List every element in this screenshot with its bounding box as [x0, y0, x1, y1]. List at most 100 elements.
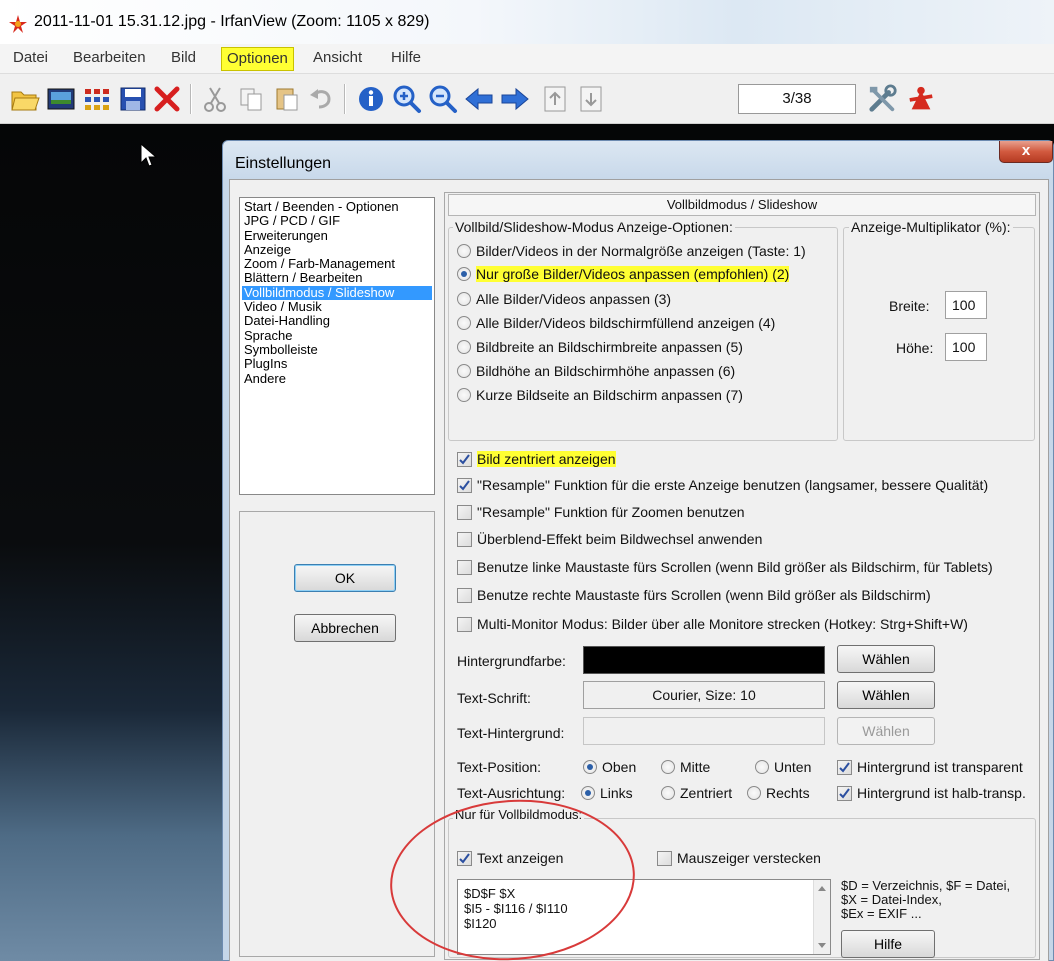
- scroll-down-icon[interactable]: [818, 943, 826, 948]
- radio-button[interactable]: [755, 760, 769, 774]
- checkbox[interactable]: [457, 616, 472, 632]
- text-position-top[interactable]: Oben: [583, 759, 636, 775]
- category-jpg-pcd-gif[interactable]: JPG / PCD / GIF: [242, 213, 432, 228]
- height-input[interactable]: 100: [945, 333, 987, 361]
- text-template-textarea[interactable]: $D$F $X $I5 - $I116 / $I110 $I120: [457, 879, 831, 955]
- checkbox-bg-half-transparent[interactable]: Hintergrund ist halb-transp.: [837, 785, 1026, 801]
- display-option-all-fit[interactable]: Alle Bilder/Videos anpassen (3): [457, 291, 671, 307]
- menu-ansicht[interactable]: Ansicht: [308, 47, 367, 71]
- radio-button-selected[interactable]: [583, 760, 597, 774]
- category-list[interactable]: Start / Beenden - Optionen JPG / PCD / G…: [239, 197, 435, 495]
- display-option-fit-width[interactable]: Bildbreite an Bildschirmbreite anpassen …: [457, 339, 743, 355]
- menu-optionen[interactable]: Optionen: [221, 47, 294, 71]
- radio-label: Bildhöhe an Bildschirmhöhe anpassen (6): [476, 363, 736, 379]
- checkbox[interactable]: [457, 531, 472, 547]
- checkbox[interactable]: [457, 587, 472, 603]
- radio-button[interactable]: [457, 388, 471, 402]
- checkbox-resample-zoom[interactable]: "Resample" Funktion für Zoomen benutzen: [457, 504, 745, 520]
- radio-button[interactable]: [457, 292, 471, 306]
- scroll-up-icon[interactable]: [818, 886, 826, 891]
- thumbnails-icon[interactable]: [82, 84, 112, 114]
- checkbox[interactable]: [837, 759, 852, 775]
- cut-icon[interactable]: [200, 84, 230, 114]
- checkbox[interactable]: [457, 451, 472, 467]
- display-option-fit-height[interactable]: Bildhöhe an Bildschirmhöhe anpassen (6): [457, 363, 735, 379]
- paste-icon[interactable]: [272, 84, 302, 114]
- checkbox-right-mouse-scroll[interactable]: Benutze rechte Maustaste fürs Scrollen (…: [457, 587, 931, 603]
- text-position-middle[interactable]: Mitte: [661, 759, 710, 775]
- checkbox-multi-monitor[interactable]: Multi-Monitor Modus: Bilder über alle Mo…: [457, 616, 968, 632]
- choose-bg-color-button[interactable]: Wählen: [837, 645, 935, 673]
- category-vollbildmodus-selected[interactable]: Vollbildmodus / Slideshow: [242, 285, 432, 301]
- radio-button[interactable]: [457, 364, 471, 378]
- radio-button-selected[interactable]: [581, 786, 595, 800]
- text-align-center[interactable]: Zentriert: [661, 785, 732, 801]
- choose-font-button[interactable]: Wählen: [837, 681, 935, 709]
- ok-button[interactable]: OK: [294, 564, 396, 592]
- radio-button[interactable]: [661, 760, 675, 774]
- category-erweiterungen[interactable]: Erweiterungen: [242, 228, 432, 243]
- last-page-icon[interactable]: [576, 84, 606, 114]
- undo-icon[interactable]: [306, 84, 336, 114]
- menu-datei[interactable]: Datei: [8, 47, 53, 71]
- cancel-button[interactable]: Abbrechen: [294, 614, 396, 642]
- copy-icon[interactable]: [236, 84, 266, 114]
- zoom-in-icon[interactable]: [392, 84, 422, 114]
- checkbox-center-image[interactable]: Bild zentriert anzeigen: [457, 451, 616, 467]
- dialog-close-button[interactable]: x: [999, 141, 1053, 163]
- open-folder-icon[interactable]: [10, 84, 40, 114]
- category-plugins[interactable]: PlugIns: [242, 356, 432, 371]
- text-position-bottom[interactable]: Unten: [755, 759, 811, 775]
- checkbox-bg-transparent[interactable]: Hintergrund ist transparent: [837, 759, 1023, 775]
- info-icon[interactable]: [356, 84, 386, 114]
- category-start-beenden[interactable]: Start / Beenden - Optionen: [242, 199, 432, 214]
- checkbox[interactable]: [457, 850, 472, 866]
- previous-icon[interactable]: [464, 84, 494, 114]
- category-symbolleiste[interactable]: Symbolleiste: [242, 342, 432, 357]
- text-align-right[interactable]: Rechts: [747, 785, 810, 801]
- help-button[interactable]: Hilfe: [841, 930, 935, 958]
- text-align-left[interactable]: Links: [581, 785, 633, 801]
- radio-button[interactable]: [457, 340, 471, 354]
- category-sprache[interactable]: Sprache: [242, 328, 432, 343]
- first-page-icon[interactable]: [540, 84, 570, 114]
- checkbox-resample-first[interactable]: "Resample" Funktion für die erste Anzeig…: [457, 477, 988, 493]
- checkbox-hide-cursor[interactable]: Mauszeiger verstecken: [657, 850, 821, 866]
- next-icon[interactable]: [500, 84, 530, 114]
- radio-button[interactable]: [457, 316, 471, 330]
- category-zoom-farb[interactable]: Zoom / Farb-Management: [242, 256, 432, 271]
- checkbox-left-mouse-scroll[interactable]: Benutze linke Maustaste fürs Scrollen (w…: [457, 559, 993, 575]
- category-anzeige[interactable]: Anzeige: [242, 242, 432, 257]
- settings-tools-icon[interactable]: [868, 84, 898, 114]
- menu-bild[interactable]: Bild: [166, 47, 201, 71]
- slideshow-icon[interactable]: [46, 84, 76, 114]
- checkbox[interactable]: [457, 504, 472, 520]
- category-video-musik[interactable]: Video / Musik: [242, 299, 432, 314]
- menu-bearbeiten[interactable]: Bearbeiten: [68, 47, 151, 71]
- category-blaettern[interactable]: Blättern / Bearbeiten: [242, 271, 432, 286]
- category-datei-handling[interactable]: Datei-Handling: [242, 314, 432, 329]
- save-icon[interactable]: [118, 84, 148, 114]
- checkbox[interactable]: [837, 785, 852, 801]
- display-option-fill-screen[interactable]: Alle Bilder/Videos bildschirmfüllend anz…: [457, 315, 775, 331]
- display-option-large-only[interactable]: Nur große Bilder/Videos anpassen (empfoh…: [457, 266, 790, 282]
- display-option-short-side[interactable]: Kurze Bildseite an Bildschirm anpassen (…: [457, 387, 743, 403]
- zoom-out-icon[interactable]: [428, 84, 458, 114]
- menu-bar: Datei Bearbeiten Bild Optionen Ansicht H…: [0, 44, 1054, 74]
- radio-button[interactable]: [747, 786, 761, 800]
- exit-icon[interactable]: [906, 84, 936, 114]
- radio-button-selected[interactable]: [457, 267, 471, 281]
- category-andere[interactable]: Andere: [242, 371, 432, 386]
- checkbox[interactable]: [457, 559, 472, 575]
- checkbox-show-text[interactable]: Text anzeigen: [457, 850, 563, 866]
- textarea-scrollbar[interactable]: [813, 880, 830, 954]
- delete-icon[interactable]: [152, 84, 182, 114]
- checkbox[interactable]: [457, 477, 472, 493]
- display-option-normal[interactable]: Bilder/Videos in der Normalgröße anzeige…: [457, 243, 806, 259]
- menu-hilfe[interactable]: Hilfe: [386, 47, 426, 71]
- checkbox-crossfade[interactable]: Überblend-Effekt beim Bildwechsel anwend…: [457, 531, 762, 547]
- width-input[interactable]: 100: [945, 291, 987, 319]
- radio-button[interactable]: [457, 244, 471, 258]
- checkbox[interactable]: [657, 850, 672, 866]
- radio-button[interactable]: [661, 786, 675, 800]
